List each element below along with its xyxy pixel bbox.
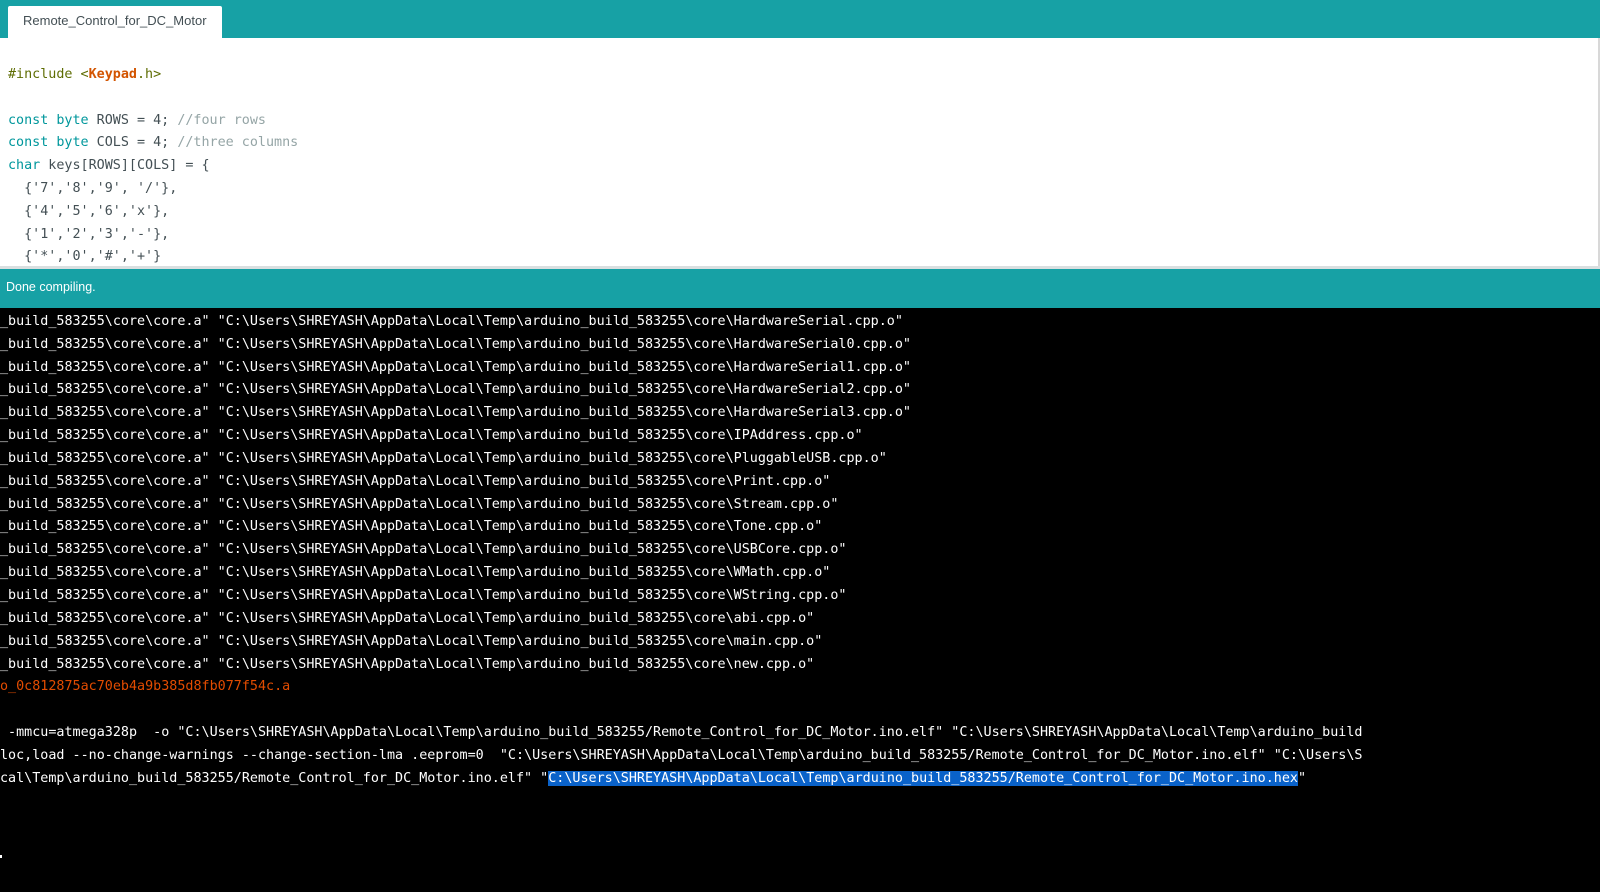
console-line-text: o_0c812875ac70eb4a9b385d8fb077f54c.a bbox=[0, 679, 291, 695]
console-line-text: _build_583255\core\core.a" "C:\Users\SHR… bbox=[0, 359, 911, 375]
code-token: keys[ROWS][COLS] = { bbox=[40, 158, 210, 174]
code-token: const bbox=[8, 112, 49, 128]
console-line-text: _build_583255\core\core.a" "C:\Users\SHR… bbox=[0, 633, 823, 649]
code-line: const byte COLS = 4; //three columns bbox=[8, 132, 298, 155]
code-line: {'4','5','6','x'}, bbox=[8, 201, 298, 224]
code-line: {'*','0','#','+'} bbox=[8, 246, 298, 266]
code-line: {'1','2','3','-'}, bbox=[8, 224, 298, 247]
code-token: //four rows bbox=[177, 112, 266, 128]
code-token: byte bbox=[56, 135, 89, 151]
code-token: {'7','8','9', '/'}, bbox=[8, 180, 178, 196]
console-line-text: _build_583255\core\core.a" "C:\Users\SHR… bbox=[0, 587, 847, 603]
console-line-text: _build_583255\core\core.a" "C:\Users\SHR… bbox=[0, 565, 831, 581]
console-line-text: _build_583255\core\core.a" "C:\Users\SHR… bbox=[0, 610, 815, 626]
selected-hex-path[interactable]: C:\Users\SHREYASH\AppData\Local\Temp\ard… bbox=[548, 770, 1298, 786]
console-line-text: _build_583255\core\core.a" "C:\Users\SHR… bbox=[0, 496, 839, 512]
console-line: _build_583255\core\core.a" "C:\Users\SHR… bbox=[0, 379, 1362, 402]
code-text[interactable]: #include <Keypad.h> const byte ROWS = 4; … bbox=[8, 64, 298, 266]
console-line: _build_583255\core\core.a" "C:\Users\SHR… bbox=[0, 402, 1362, 425]
code-token: #include < bbox=[8, 67, 89, 82]
console-line: _build_583255\core\core.a" "C:\Users\SHR… bbox=[0, 334, 1362, 357]
console-line: _build_583255\core\core.a" "C:\Users\SHR… bbox=[0, 311, 1362, 334]
console-line-text: _build_583255\core\core.a" "C:\Users\SHR… bbox=[0, 428, 863, 444]
console-line: _build_583255\core\core.a" "C:\Users\SHR… bbox=[0, 562, 1362, 585]
console-line: _build_583255\core\core.a" "C:\Users\SHR… bbox=[0, 448, 1362, 471]
code-line: char keys[ROWS][COLS] = { bbox=[8, 155, 298, 178]
code-token: {'1','2','3','-'}, bbox=[8, 226, 170, 242]
console-line: o_0c812875ac70eb4a9b385d8fb077f54c.a bbox=[0, 676, 1362, 699]
console-line-text: _build_583255\core\core.a" "C:\Users\SHR… bbox=[0, 519, 823, 535]
code-line: #include <Keypad.h> bbox=[8, 64, 298, 87]
tab-bar: Remote_Control_for_DC_Motor bbox=[0, 0, 1600, 38]
console-line-text: -mmcu=atmega328p -o "C:\Users\SHREYASH\A… bbox=[0, 725, 1363, 741]
console-line: _build_583255\core\core.a" "C:\Users\SHR… bbox=[0, 608, 1362, 631]
console-line-text: _build_583255\core\core.a" "C:\Users\SHR… bbox=[0, 542, 847, 558]
console-text[interactable]: _build_583255\core\core.a" "C:\Users\SHR… bbox=[0, 308, 1362, 791]
status-bar: Done compiling. bbox=[0, 269, 1600, 308]
console-line-text: _build_583255\core\core.a" "C:\Users\SHR… bbox=[0, 656, 815, 672]
code-line: const byte ROWS = 4; //four rows bbox=[8, 110, 298, 133]
console-line: _build_583255\core\core.a" "C:\Users\SHR… bbox=[0, 539, 1362, 562]
code-token: .h> bbox=[137, 67, 162, 82]
console-output[interactable]: _build_583255\core\core.a" "C:\Users\SHR… bbox=[0, 308, 1600, 892]
console-caret bbox=[0, 855, 2, 858]
console-line: -mmcu=atmega328p -o "C:\Users\SHREYASH\A… bbox=[0, 722, 1362, 745]
console-line: _build_583255\core\core.a" "C:\Users\SHR… bbox=[0, 654, 1362, 677]
console-line: _build_583255\core\core.a" "C:\Users\SHR… bbox=[0, 516, 1362, 539]
code-token: //three columns bbox=[177, 135, 299, 151]
code-token: Keypad bbox=[88, 67, 137, 82]
console-line-text: _build_583255\core\core.a" "C:\Users\SHR… bbox=[0, 313, 903, 329]
console-line: _build_583255\core\core.a" "C:\Users\SHR… bbox=[0, 425, 1362, 448]
console-line-text: cal\Temp\arduino_build_583255/Remote_Con… bbox=[0, 770, 549, 786]
console-line-text: _build_583255\core\core.a" "C:\Users\SHR… bbox=[0, 382, 911, 398]
code-editor[interactable]: #include <Keypad.h> const byte ROWS = 4; … bbox=[0, 38, 1600, 266]
code-token: ROWS = 4; bbox=[88, 112, 178, 128]
console-line: _build_583255\core\core.a" "C:\Users\SHR… bbox=[0, 494, 1362, 517]
code-token: byte bbox=[56, 112, 89, 128]
code-line: {'7','8','9', '/'}, bbox=[8, 178, 298, 201]
console-line-text: _build_583255\core\core.a" "C:\Users\SHR… bbox=[0, 336, 911, 352]
console-line-text: _build_583255\core\core.a" "C:\Users\SHR… bbox=[0, 473, 831, 489]
status-message: Done compiling. bbox=[6, 280, 96, 294]
code-token: char bbox=[8, 158, 41, 174]
console-line: _build_583255\core\core.a" "C:\Users\SHR… bbox=[0, 631, 1362, 654]
code-token: COLS = 4; bbox=[88, 135, 178, 151]
tab-label: Remote_Control_for_DC_Motor bbox=[23, 13, 207, 28]
console-line-tail: " bbox=[1297, 770, 1307, 786]
console-line: loc,load --no-change-warnings --change-s… bbox=[0, 745, 1362, 768]
code-token: const bbox=[8, 135, 49, 151]
console-line-text: loc,load --no-change-warnings --change-s… bbox=[0, 747, 1363, 763]
code-token: {'4','5','6','x'}, bbox=[8, 203, 170, 219]
tab-remote-control-for-dc-motor[interactable]: Remote_Control_for_DC_Motor bbox=[8, 6, 222, 38]
console-line-text: _build_583255\core\core.a" "C:\Users\SHR… bbox=[0, 450, 887, 466]
console-line: cal\Temp\arduino_build_583255/Remote_Con… bbox=[0, 768, 1362, 791]
console-line-text: _build_583255\core\core.a" "C:\Users\SHR… bbox=[0, 405, 911, 421]
code-token: {'*','0','#','+'} bbox=[8, 249, 162, 265]
console-line: _build_583255\core\core.a" "C:\Users\SHR… bbox=[0, 585, 1362, 608]
console-line: _build_583255\core\core.a" "C:\Users\SHR… bbox=[0, 357, 1362, 380]
console-line: _build_583255\core\core.a" "C:\Users\SHR… bbox=[0, 471, 1362, 494]
